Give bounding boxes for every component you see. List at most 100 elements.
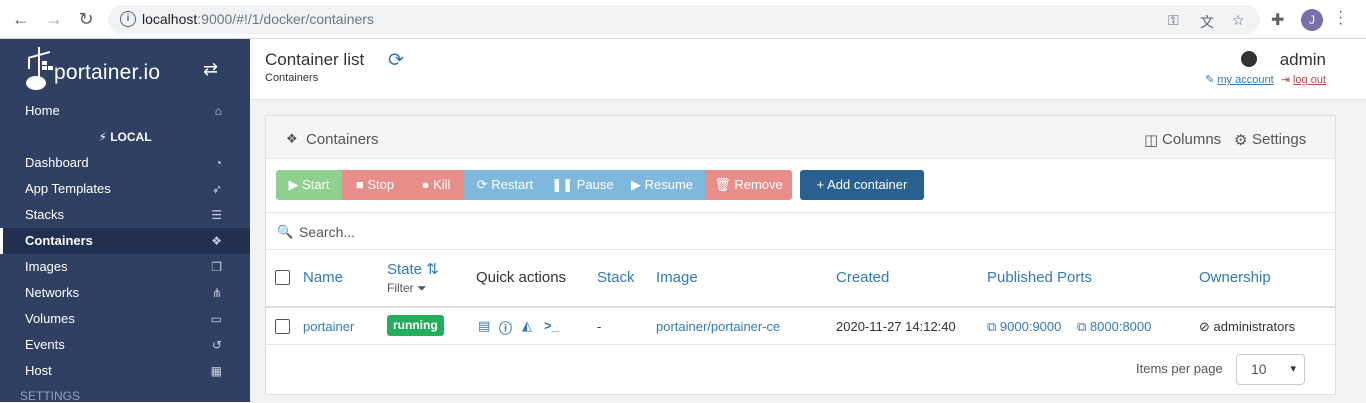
column-stack[interactable]: Stack xyxy=(597,269,635,286)
brand-name: portainer.io xyxy=(54,61,161,84)
state-filter[interactable]: Filter ⏷ xyxy=(387,281,427,296)
back-icon[interactable]: ← xyxy=(10,8,32,30)
search-icon: 🔍 xyxy=(277,224,294,239)
portainer-logo-icon xyxy=(26,47,53,90)
home-icon: ⌂ xyxy=(214,104,222,118)
panel-header: ❖ Containers ◫ Columns ⚙ Settings xyxy=(266,116,1335,159)
sidebar-item-home[interactable]: Home ⌂ xyxy=(0,98,250,124)
eye-slash-icon: ⊘ xyxy=(1199,319,1210,334)
user-circle-icon xyxy=(1241,51,1257,67)
logs-icon[interactable]: ▤ xyxy=(478,318,490,334)
log-out-link[interactable]: log out xyxy=(1293,74,1326,86)
chevron-down-icon: ▾ xyxy=(1290,363,1296,375)
column-state[interactable]: State ⇅ xyxy=(387,260,439,278)
portainer-logo[interactable]: portainer.io xyxy=(24,47,184,91)
browser-toolbar: ← → ↻ i localhost:9000/#!/1/docker/conta… xyxy=(0,0,1366,39)
sidebar-item-label: Stacks xyxy=(25,207,65,222)
sidebar-item-label: Host xyxy=(25,363,52,378)
list-icon: ☰ xyxy=(211,208,222,222)
sidebar-item-label: Volumes xyxy=(25,311,75,326)
sidebar-item-stacks[interactable]: Stacks ☰ xyxy=(0,202,250,228)
sidebar-item-volumes[interactable]: Volumes ▭ xyxy=(0,306,250,332)
created-value: 2020-11-27 14:12:40 xyxy=(836,319,956,334)
remove-button[interactable]: 🗑 Remove xyxy=(705,170,792,200)
toggle-sidebar-icon[interactable]: ⇄ xyxy=(203,59,218,80)
sort-icon: ⇅ xyxy=(426,261,439,278)
ownership-value: ⊘ administrators xyxy=(1199,319,1296,334)
column-published-ports[interactable]: Published Ports xyxy=(987,269,1092,286)
tachometer-icon: ◔ xyxy=(214,156,222,170)
sidebar-item-containers[interactable]: Containers ❖ xyxy=(0,228,250,254)
key-icon[interactable]: ⚿ xyxy=(1168,12,1179,29)
url-text[interactable]: localhost:9000/#!/1/docker/containers xyxy=(142,11,374,27)
image-link[interactable]: portainer/portainer-ce xyxy=(656,319,780,334)
external-link-icon: ⧉ xyxy=(987,319,997,334)
my-account-link[interactable]: my account xyxy=(1217,74,1273,86)
console-icon[interactable]: >_ xyxy=(544,318,559,333)
sidebar-section-settings: SETTINGS xyxy=(20,389,81,403)
profile-avatar[interactable]: J xyxy=(1301,9,1323,31)
rocket-icon: ➶ xyxy=(211,182,222,196)
containers-panel: ❖ Containers ◫ Columns ⚙ Settings ▶ Star… xyxy=(265,115,1336,395)
restart-button[interactable]: ⟳ Restart xyxy=(464,170,546,200)
port-link[interactable]: ⧉ 9000:9000 xyxy=(987,319,1061,335)
address-bar[interactable]: i localhost:9000/#!/1/docker/containers … xyxy=(108,5,1260,34)
resume-button[interactable]: ▶ Resume xyxy=(619,170,705,200)
select-all-checkbox[interactable] xyxy=(275,270,290,285)
column-ownership[interactable]: Ownership xyxy=(1199,269,1271,286)
forward-icon[interactable]: → xyxy=(43,8,65,30)
port-link[interactable]: ⧉ 8000:8000 xyxy=(1077,319,1151,335)
hdd-icon: ▭ xyxy=(210,312,222,326)
sidebar-item-label: Home xyxy=(25,103,60,118)
column-image[interactable]: Image xyxy=(656,269,698,286)
username: admin xyxy=(1279,50,1326,69)
row-checkbox[interactable] xyxy=(275,319,290,334)
plug-icon: ⚡ xyxy=(98,130,107,144)
sidebar-item-dashboard[interactable]: Dashboard ◔ xyxy=(0,150,250,176)
translate-icon[interactable]: 文 xyxy=(1200,12,1214,32)
table-header: Name State ⇅ Filter ⏷ Quick actions Stac… xyxy=(266,250,1335,308)
history-icon: ↺ xyxy=(211,338,222,352)
pause-button[interactable]: ❚❚ Pause xyxy=(546,170,619,200)
sidebar-item-networks[interactable]: Networks ⋔ xyxy=(0,280,250,306)
site-info-icon[interactable]: i xyxy=(120,11,136,27)
sidebar-item-host[interactable]: Host ▦ xyxy=(0,358,250,384)
clone-icon: ❐ xyxy=(211,260,222,274)
column-quick-actions: Quick actions xyxy=(476,269,567,286)
inspect-icon[interactable]: ⓘ xyxy=(499,318,512,337)
status-badge: running xyxy=(387,315,444,336)
user-links: ✎ my account ⇥ log out xyxy=(1205,73,1326,86)
start-button[interactable]: ▶ Start xyxy=(276,170,342,200)
sitemap-icon: ⋔ xyxy=(211,286,222,300)
columns-button[interactable]: Columns xyxy=(1162,131,1221,148)
container-name-link[interactable]: portainer xyxy=(303,319,354,334)
stop-button[interactable]: ■ Stop xyxy=(342,170,408,200)
cubes-icon: ❖ xyxy=(211,234,222,248)
external-link-icon: ⧉ xyxy=(1077,319,1087,334)
items-per-page-select[interactable]: 10 ▾ xyxy=(1236,354,1305,385)
extensions-icon[interactable]: ✚ xyxy=(1271,10,1284,30)
reload-icon[interactable]: ↻ xyxy=(75,8,97,30)
refresh-icon[interactable]: ⟳ xyxy=(388,49,404,72)
stats-icon[interactable]: ◭ xyxy=(522,318,532,334)
add-container-button[interactable]: + Add container xyxy=(800,170,924,200)
sidebar-item-label: Dashboard xyxy=(25,155,89,170)
search-input[interactable] xyxy=(299,221,899,243)
items-per-page-label: Items per page xyxy=(1136,361,1223,376)
sidebar-item-label: Networks xyxy=(25,285,80,300)
gear-icon[interactable]: ⚙ xyxy=(1234,131,1247,149)
page-header: Container list ⟳ Containers admin ✎ my a… xyxy=(250,39,1366,100)
browser-menu-icon[interactable]: · · · xyxy=(1338,4,1344,32)
bookmark-star-icon[interactable]: ☆ xyxy=(1232,12,1245,29)
columns-icon[interactable]: ◫ xyxy=(1144,131,1158,149)
column-created[interactable]: Created xyxy=(836,269,889,286)
kill-button[interactable]: ● Kill xyxy=(408,170,464,200)
endpoint-name: ⚡ LOCAL xyxy=(98,130,152,144)
sidebar-item-events[interactable]: Events ↺ xyxy=(0,332,250,358)
sidebar-item-app-templates[interactable]: App Templates ➶ xyxy=(0,176,250,202)
column-name[interactable]: Name xyxy=(303,269,343,286)
settings-button[interactable]: Settings xyxy=(1252,131,1306,148)
search-bar: 🔍 xyxy=(266,212,1335,250)
sidebar-item-images[interactable]: Images ❐ xyxy=(0,254,250,280)
wrench-icon: ✎ xyxy=(1205,74,1215,86)
